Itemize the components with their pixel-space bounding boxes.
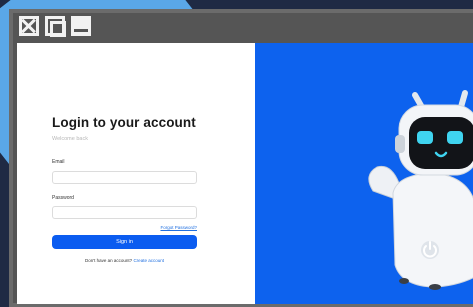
robot-eye-left xyxy=(417,131,433,144)
robot-head xyxy=(395,90,473,176)
email-label: Email xyxy=(52,159,65,165)
maximize-icon[interactable] xyxy=(45,16,66,37)
password-label: Password xyxy=(52,194,74,201)
robot-eye-right xyxy=(447,131,463,144)
illustration-pane xyxy=(255,43,473,304)
email-field[interactable] xyxy=(52,170,197,184)
page-title: Login to your account xyxy=(52,115,196,130)
signup-prompt-text: Don't have an account? xyxy=(85,258,133,263)
app-window: Login to your account Welcome back Email… xyxy=(9,9,473,307)
window-content: Login to your account Welcome back Email… xyxy=(17,43,473,304)
password-field[interactable] xyxy=(52,206,197,219)
create-account-link[interactable]: Create account xyxy=(133,258,164,263)
sign-in-button[interactable]: Sign in xyxy=(52,235,197,249)
close-icon[interactable] xyxy=(19,16,39,36)
page-subtitle: Welcome back xyxy=(52,136,88,142)
robot-illustration xyxy=(368,90,473,290)
minimize-icon[interactable] xyxy=(71,16,91,36)
signup-prompt: Don't have an account? Create account xyxy=(52,258,197,263)
login-form-pane: Login to your account Welcome back Email… xyxy=(17,43,255,304)
robot-body xyxy=(392,172,473,290)
forgot-password-link[interactable]: Forgot Password? xyxy=(52,225,197,230)
window-titlebar xyxy=(13,13,473,39)
